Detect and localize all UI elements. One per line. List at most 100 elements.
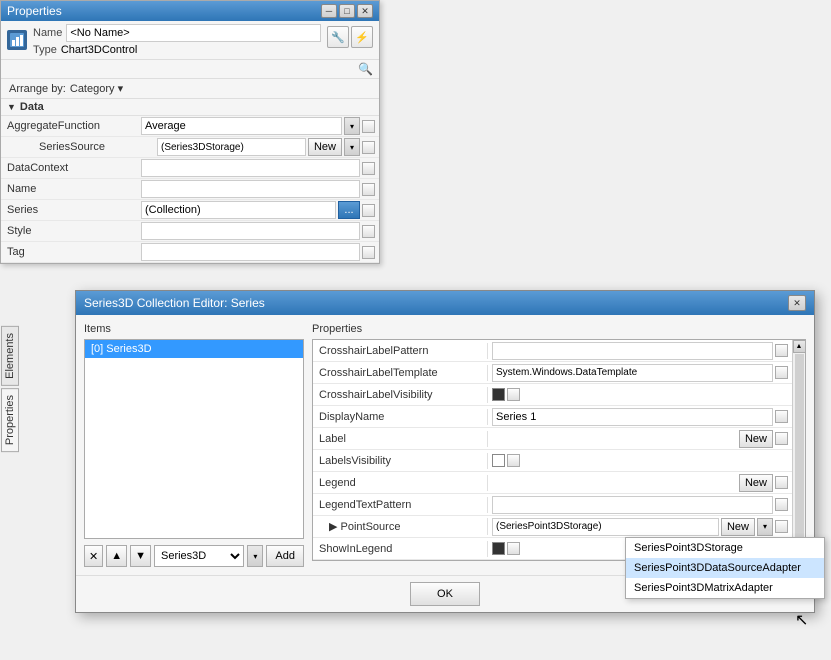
point-source-dropdown-arrow[interactable]: ▾: [757, 518, 773, 536]
point-source-input[interactable]: [492, 518, 719, 536]
name-small-btn[interactable]: [362, 183, 375, 196]
show-in-legend-name: ShowInLegend: [313, 541, 488, 557]
item-type-select[interactable]: Series3D: [154, 545, 244, 567]
label-small-btn[interactable]: [775, 432, 788, 445]
crosshair-label-pattern-name: CrosshairLabelPattern: [313, 343, 488, 359]
show-in-legend-small-btn[interactable]: [507, 542, 520, 555]
crosshair-label-pattern-btn[interactable]: [775, 344, 788, 357]
series-input[interactable]: [141, 201, 336, 219]
properties-tab[interactable]: Properties: [1, 388, 19, 452]
name-input[interactable]: [66, 24, 321, 42]
series-ellipsis-btn[interactable]: ...: [338, 201, 360, 219]
object-row: Name Type Chart3DControl 🔧 ⚡: [1, 21, 379, 60]
aggregate-small-btn[interactable]: [362, 120, 375, 133]
lightning-icon-btn[interactable]: ⚡: [351, 26, 373, 48]
label-new-btn[interactable]: New: [739, 430, 773, 448]
legend-text-pattern-name: LegendTextPattern: [313, 497, 488, 513]
legend-small-btn[interactable]: [775, 476, 788, 489]
point-source-dropdown-popup: SeriesPoint3DStorage SeriesPoint3DDataSo…: [625, 537, 825, 599]
minimize-button[interactable]: ─: [321, 4, 337, 18]
aggregate-function-dropdown[interactable]: Average: [141, 117, 342, 135]
crosshair-label-template-input[interactable]: [492, 364, 773, 382]
crosshair-label-pattern-input[interactable]: [492, 342, 773, 360]
props-right-label: Properties: [312, 323, 806, 335]
search-input[interactable]: [7, 63, 358, 75]
label-row: Label New: [313, 428, 792, 450]
crosshair-label-visibility-btn[interactable]: [507, 388, 520, 401]
data-context-label: DataContext: [1, 161, 141, 175]
crosshair-label-visibility-row: CrosshairLabelVisibility: [313, 384, 792, 406]
panel-toolbar: 🔧 ⚡: [327, 26, 373, 48]
show-in-legend-checkbox[interactable]: [492, 542, 505, 555]
name-prop-label: Name: [1, 182, 141, 196]
move-down-btn[interactable]: ▼: [130, 545, 151, 567]
legend-text-pattern-btn[interactable]: [775, 498, 788, 511]
legend-new-btn[interactable]: New: [739, 474, 773, 492]
list-item[interactable]: [0] Series3D: [85, 340, 303, 358]
legend-value: New: [488, 473, 792, 493]
props-table-container: CrosshairLabelPattern CrosshairLabelTemp…: [312, 339, 806, 561]
display-name-input[interactable]: [492, 408, 773, 426]
scroll-up-arrow[interactable]: ▲: [793, 340, 806, 353]
tag-input[interactable]: [141, 243, 360, 261]
properties-titlebar: Properties ─ □ ✕: [1, 1, 379, 21]
crosshair-label-template-row: CrosshairLabelTemplate: [313, 362, 792, 384]
scroll-track: [795, 354, 804, 546]
properties-grid: ▼ Data AggregateFunction Average ▾ Serie…: [1, 99, 379, 263]
series-source-dropdown-arrow[interactable]: ▾: [344, 138, 360, 156]
point-source-small-btn[interactable]: [775, 520, 788, 533]
style-input[interactable]: [141, 222, 360, 240]
dropdown-item-storage[interactable]: SeriesPoint3DStorage: [626, 538, 824, 558]
point-source-row: ▶ PointSource New ▾: [313, 516, 792, 538]
labels-visibility-small-btn[interactable]: [507, 454, 520, 467]
crosshair-label-template-btn[interactable]: [775, 366, 788, 379]
series-label: Series: [1, 203, 141, 217]
name-prop-input[interactable]: [141, 180, 360, 198]
labels-visibility-checkbox[interactable]: [492, 454, 505, 467]
remove-item-btn[interactable]: ✕: [84, 545, 103, 567]
legend-text-pattern-input[interactable]: [492, 496, 773, 514]
label-value: New: [488, 429, 792, 449]
move-up-btn[interactable]: ▲: [106, 545, 127, 567]
items-panel: Items [0] Series3D ✕ ▲ ▼ Series3D ▾ Add: [84, 323, 304, 567]
data-context-small-btn[interactable]: [362, 162, 375, 175]
series-source-small-btn[interactable]: [362, 141, 375, 154]
tag-small-btn[interactable]: [362, 246, 375, 259]
arrange-dropdown[interactable]: Category: [70, 82, 123, 95]
elements-tab[interactable]: Elements: [1, 326, 19, 386]
wrench-icon-btn[interactable]: 🔧: [327, 26, 349, 48]
legend-row: Legend New: [313, 472, 792, 494]
display-name-btn[interactable]: [775, 410, 788, 423]
dropdown-item-datasource-adapter[interactable]: SeriesPoint3DDataSourceAdapter: [626, 558, 824, 578]
tag-value: [141, 243, 379, 261]
series-source-label: SeriesSource: [17, 140, 157, 154]
props-scrollbar: ▲ ▼: [792, 340, 805, 560]
close-button[interactable]: ✕: [357, 4, 373, 18]
labels-visibility-value: [488, 453, 792, 468]
display-name-value: [488, 407, 792, 427]
dropdown-item-matrix-adapter[interactable]: SeriesPoint3DMatrixAdapter: [626, 578, 824, 598]
aggregate-dropdown-arrow[interactable]: ▾: [344, 117, 360, 135]
label-name: Label: [313, 431, 488, 447]
dialog-close-btn[interactable]: ✕: [788, 295, 806, 311]
name-prop-row: Name: [1, 179, 379, 200]
series-source-input[interactable]: [157, 138, 306, 156]
series-row: Series ...: [1, 200, 379, 221]
point-source-new-btn[interactable]: New: [721, 518, 755, 536]
tag-label: Tag: [1, 245, 141, 259]
search-icon: 🔍: [358, 62, 373, 76]
add-item-btn[interactable]: Add: [266, 545, 304, 567]
crosshair-label-visibility-name: CrosshairLabelVisibility: [313, 387, 488, 403]
style-small-btn[interactable]: [362, 225, 375, 238]
crosshair-label-visibility-checkbox[interactable]: [492, 388, 505, 401]
restore-button[interactable]: □: [339, 4, 355, 18]
style-label: Style: [1, 224, 141, 238]
item-type-arrow[interactable]: ▾: [247, 545, 263, 567]
data-toggle[interactable]: ▼: [7, 102, 16, 112]
labels-visibility-name: LabelsVisibility: [313, 453, 488, 469]
data-context-input[interactable]: [141, 159, 360, 177]
series-small-btn[interactable]: [362, 204, 375, 217]
series-source-new-btn[interactable]: New: [308, 138, 342, 156]
ok-btn[interactable]: OK: [410, 582, 480, 606]
arrange-row: Arrange by: Category: [1, 79, 379, 99]
